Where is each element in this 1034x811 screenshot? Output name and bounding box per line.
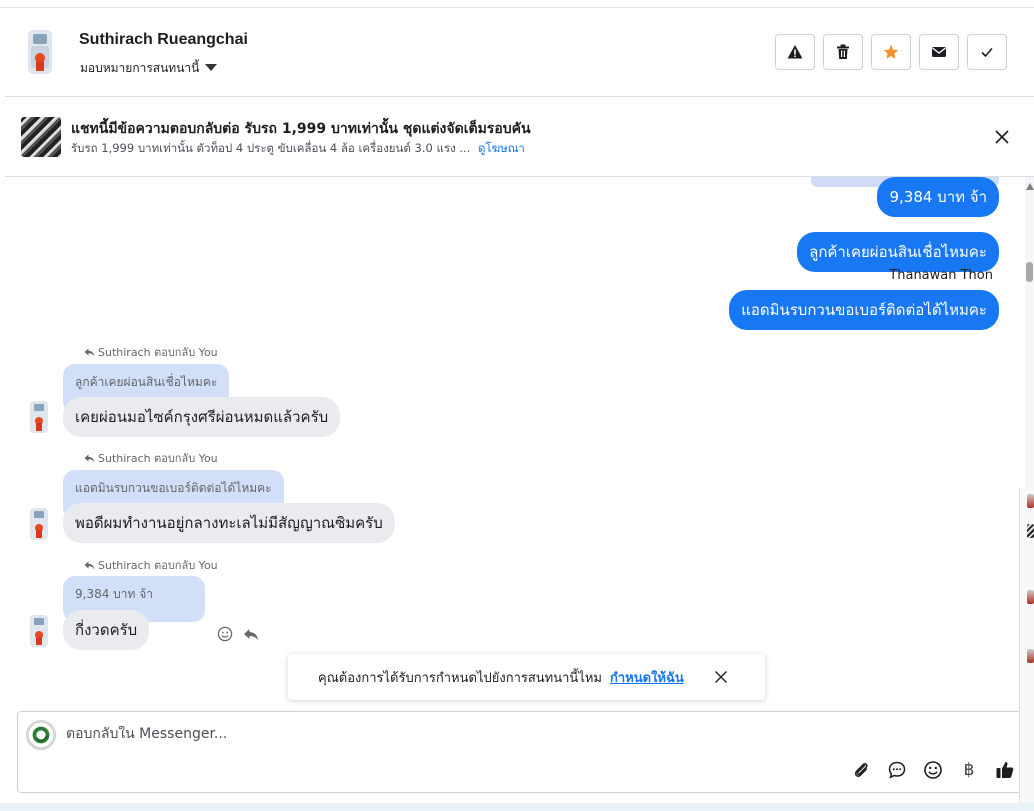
scroll-up-icon[interactable] bbox=[1026, 183, 1034, 190]
side-thumbnail[interactable] bbox=[1027, 524, 1034, 538]
payment-button[interactable]: ฿ bbox=[958, 759, 980, 781]
outgoing-message[interactable]: แอดมินรบกวนขอเบอร์ติดต่อได้ไหมคะ bbox=[729, 290, 999, 330]
message-thread[interactable]: 9,384 บาท จ้า ลูกค้าเคยผ่อนสินเชื่อไหมคะ… bbox=[5, 177, 1025, 710]
assign-label: มอบหมายการสนทนานี้ bbox=[80, 61, 200, 75]
contact-avatar[interactable] bbox=[28, 614, 50, 648]
star-button[interactable] bbox=[871, 34, 911, 70]
message-composer: ฿ bbox=[17, 711, 1021, 793]
chat-bubble-icon bbox=[888, 761, 906, 779]
incoming-message[interactable]: เคยผ่อนมอไซค์กรุงศรีผ่อนหมดแล้วครับ bbox=[63, 397, 341, 437]
message-text: 9,384 บาท จ้า bbox=[889, 188, 987, 206]
incoming-message[interactable]: พอดีผมทำงานอยู่กลางทะเลไม่มีสัญญาณซิมครั… bbox=[63, 503, 395, 543]
reply-arrow-icon bbox=[84, 348, 95, 356]
reply-arrow-icon bbox=[84, 454, 95, 462]
ad-context-banner: แชทนี้มีข้อความตอบกลับต่อ รับรถ 1,999 บา… bbox=[5, 97, 1034, 177]
attach-button[interactable] bbox=[850, 759, 872, 781]
assign-prompt-toast: คุณต้องการได้รับการกำหนดไปยังการสนทนานี้… bbox=[288, 654, 765, 700]
delete-button[interactable] bbox=[823, 34, 863, 70]
view-ad-link[interactable]: ดูโฆษณา bbox=[478, 141, 525, 155]
close-icon[interactable] bbox=[713, 669, 729, 685]
reply-note-text: Suthirach ตอบกลับ You bbox=[98, 346, 218, 359]
reply-input[interactable] bbox=[66, 726, 966, 742]
thumbs-up-icon bbox=[996, 761, 1014, 778]
report-button[interactable] bbox=[775, 34, 815, 70]
paperclip-icon bbox=[854, 763, 868, 777]
assign-to-me-link[interactable]: กำหนดให้ฉัน bbox=[610, 667, 684, 688]
envelope-icon bbox=[932, 47, 946, 57]
ad-subtitle: รับรถ 1,999 บาทเท่านั้น ตัวท็อป 4 ประตู … bbox=[71, 140, 525, 158]
side-thumbnail[interactable] bbox=[1027, 494, 1034, 508]
sender-label: Thanawan Thon bbox=[889, 268, 993, 283]
contact-avatar[interactable] bbox=[25, 28, 55, 76]
message-text: แอดมินรบกวนขอเบอร์ติดต่อได้ไหมคะ bbox=[741, 301, 987, 319]
reply-note: Suthirach ตอบกลับ You bbox=[84, 343, 218, 361]
assign-conversation-dropdown[interactable]: มอบหมายการสนทนานี้ bbox=[80, 59, 218, 78]
composer-tools: ฿ bbox=[850, 759, 1016, 781]
assign-prompt-text: คุณต้องการได้รับการกำหนดไปยังการสนทนานี้… bbox=[318, 670, 602, 686]
baht-icon: ฿ bbox=[963, 760, 975, 780]
side-thumbnail[interactable] bbox=[1027, 590, 1034, 604]
contact-avatar[interactable] bbox=[28, 400, 50, 434]
trash-icon bbox=[837, 44, 849, 59]
outgoing-message[interactable]: ลูกค้าเคยผ่อนสินเชื่อไหมคะ bbox=[797, 232, 999, 272]
scroll-thumb[interactable] bbox=[1026, 262, 1033, 282]
reply-note: Suthirach ตอบกลับ You bbox=[84, 449, 218, 467]
bottom-strip bbox=[0, 803, 1034, 811]
reply-note-text: Suthirach ตอบกลับ You bbox=[98, 452, 218, 465]
messenger-conversation-page: Suthirach Rueangchai มอบหมายการสนทนานี้ bbox=[0, 0, 1034, 811]
header-actions bbox=[775, 34, 1007, 70]
contact-name[interactable]: Suthirach Rueangchai bbox=[79, 31, 248, 49]
ad-thumbnail[interactable] bbox=[21, 117, 61, 157]
ad-title: แชทนี้มีข้อความตอบกลับต่อ รับรถ 1,999 บา… bbox=[71, 121, 531, 137]
caret-down-icon bbox=[205, 64, 218, 71]
emoji-button[interactable] bbox=[922, 759, 944, 781]
warning-icon bbox=[787, 45, 803, 59]
conversation-header: Suthirach Rueangchai มอบหมายการสนทนานี้ bbox=[5, 8, 1034, 97]
reply-note: Suthirach ตอบกลับ You bbox=[84, 556, 218, 574]
mark-done-button[interactable] bbox=[967, 34, 1007, 70]
mark-unread-button[interactable] bbox=[919, 34, 959, 70]
side-thumbnail[interactable] bbox=[1027, 649, 1034, 663]
incoming-message[interactable]: กี่งวดครับ bbox=[63, 610, 150, 650]
saved-replies-button[interactable] bbox=[886, 759, 908, 781]
close-icon[interactable] bbox=[992, 127, 1012, 147]
reply-note-text: Suthirach ตอบกลับ You bbox=[98, 559, 218, 572]
ad-description: รับรถ 1,999 บาทเท่านั้น ตัวท็อป 4 ประตู … bbox=[71, 141, 471, 155]
emoji-icon bbox=[924, 761, 942, 779]
reply-icon[interactable] bbox=[243, 626, 259, 642]
check-icon bbox=[981, 47, 993, 58]
message-tools bbox=[217, 626, 259, 642]
like-button[interactable] bbox=[994, 759, 1016, 781]
react-emoji-icon[interactable] bbox=[217, 626, 233, 642]
outgoing-message[interactable]: 9,384 บาท จ้า bbox=[877, 177, 999, 217]
contact-avatar[interactable] bbox=[28, 507, 50, 541]
message-text: ลูกค้าเคยผ่อนสินเชื่อไหมคะ bbox=[809, 243, 987, 261]
star-icon bbox=[883, 44, 899, 59]
reply-arrow-icon bbox=[84, 561, 95, 569]
page-avatar[interactable] bbox=[26, 720, 56, 750]
top-border bbox=[0, 0, 1034, 8]
